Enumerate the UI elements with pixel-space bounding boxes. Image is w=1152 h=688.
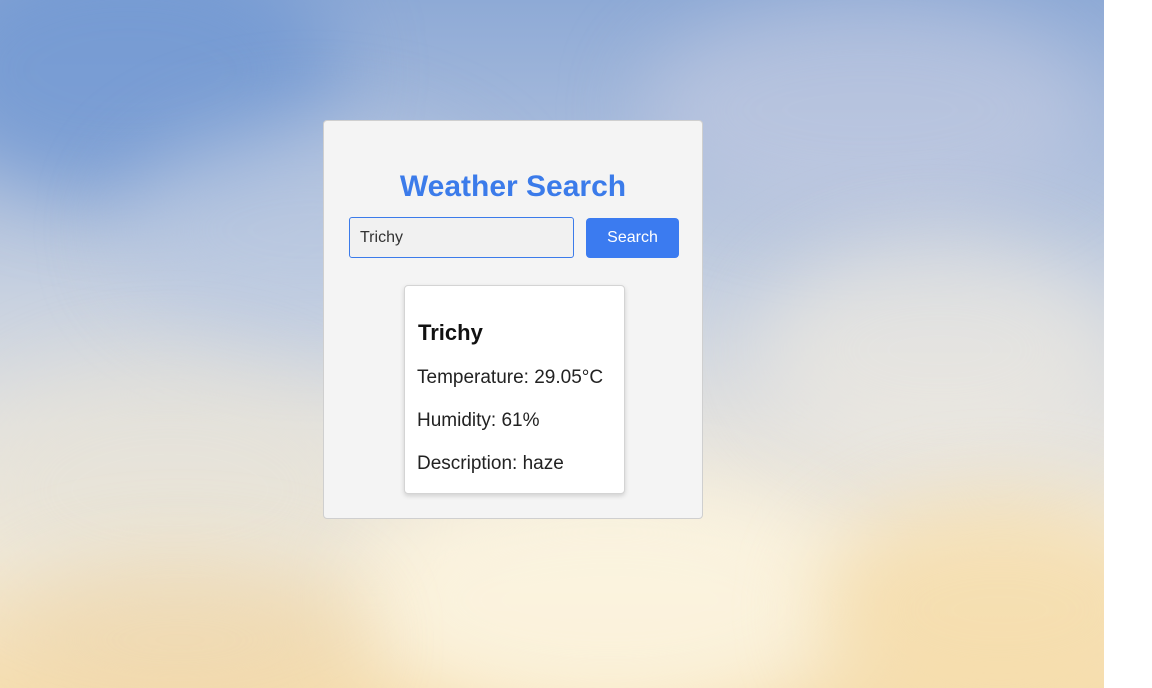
- result-city-name: Trichy: [418, 320, 483, 345]
- temperature-text: Temperature: 29.05°C: [417, 367, 604, 388]
- city-search-input[interactable]: [349, 217, 574, 258]
- cloud-shape: [640, 0, 1100, 220]
- weather-panel: Weather Search Search Trichy Temperature…: [323, 120, 703, 519]
- page-title: Weather Search: [399, 170, 627, 203]
- weather-result-card: Trichy Temperature: 29.05°C Humidity: 61…: [404, 285, 625, 494]
- humidity-text: Humidity: 61%: [417, 410, 540, 431]
- cloud-shape: [820, 500, 1104, 688]
- cloud-shape: [760, 240, 1104, 460]
- description-text: Description: haze: [417, 453, 564, 474]
- search-button[interactable]: Search: [586, 218, 679, 258]
